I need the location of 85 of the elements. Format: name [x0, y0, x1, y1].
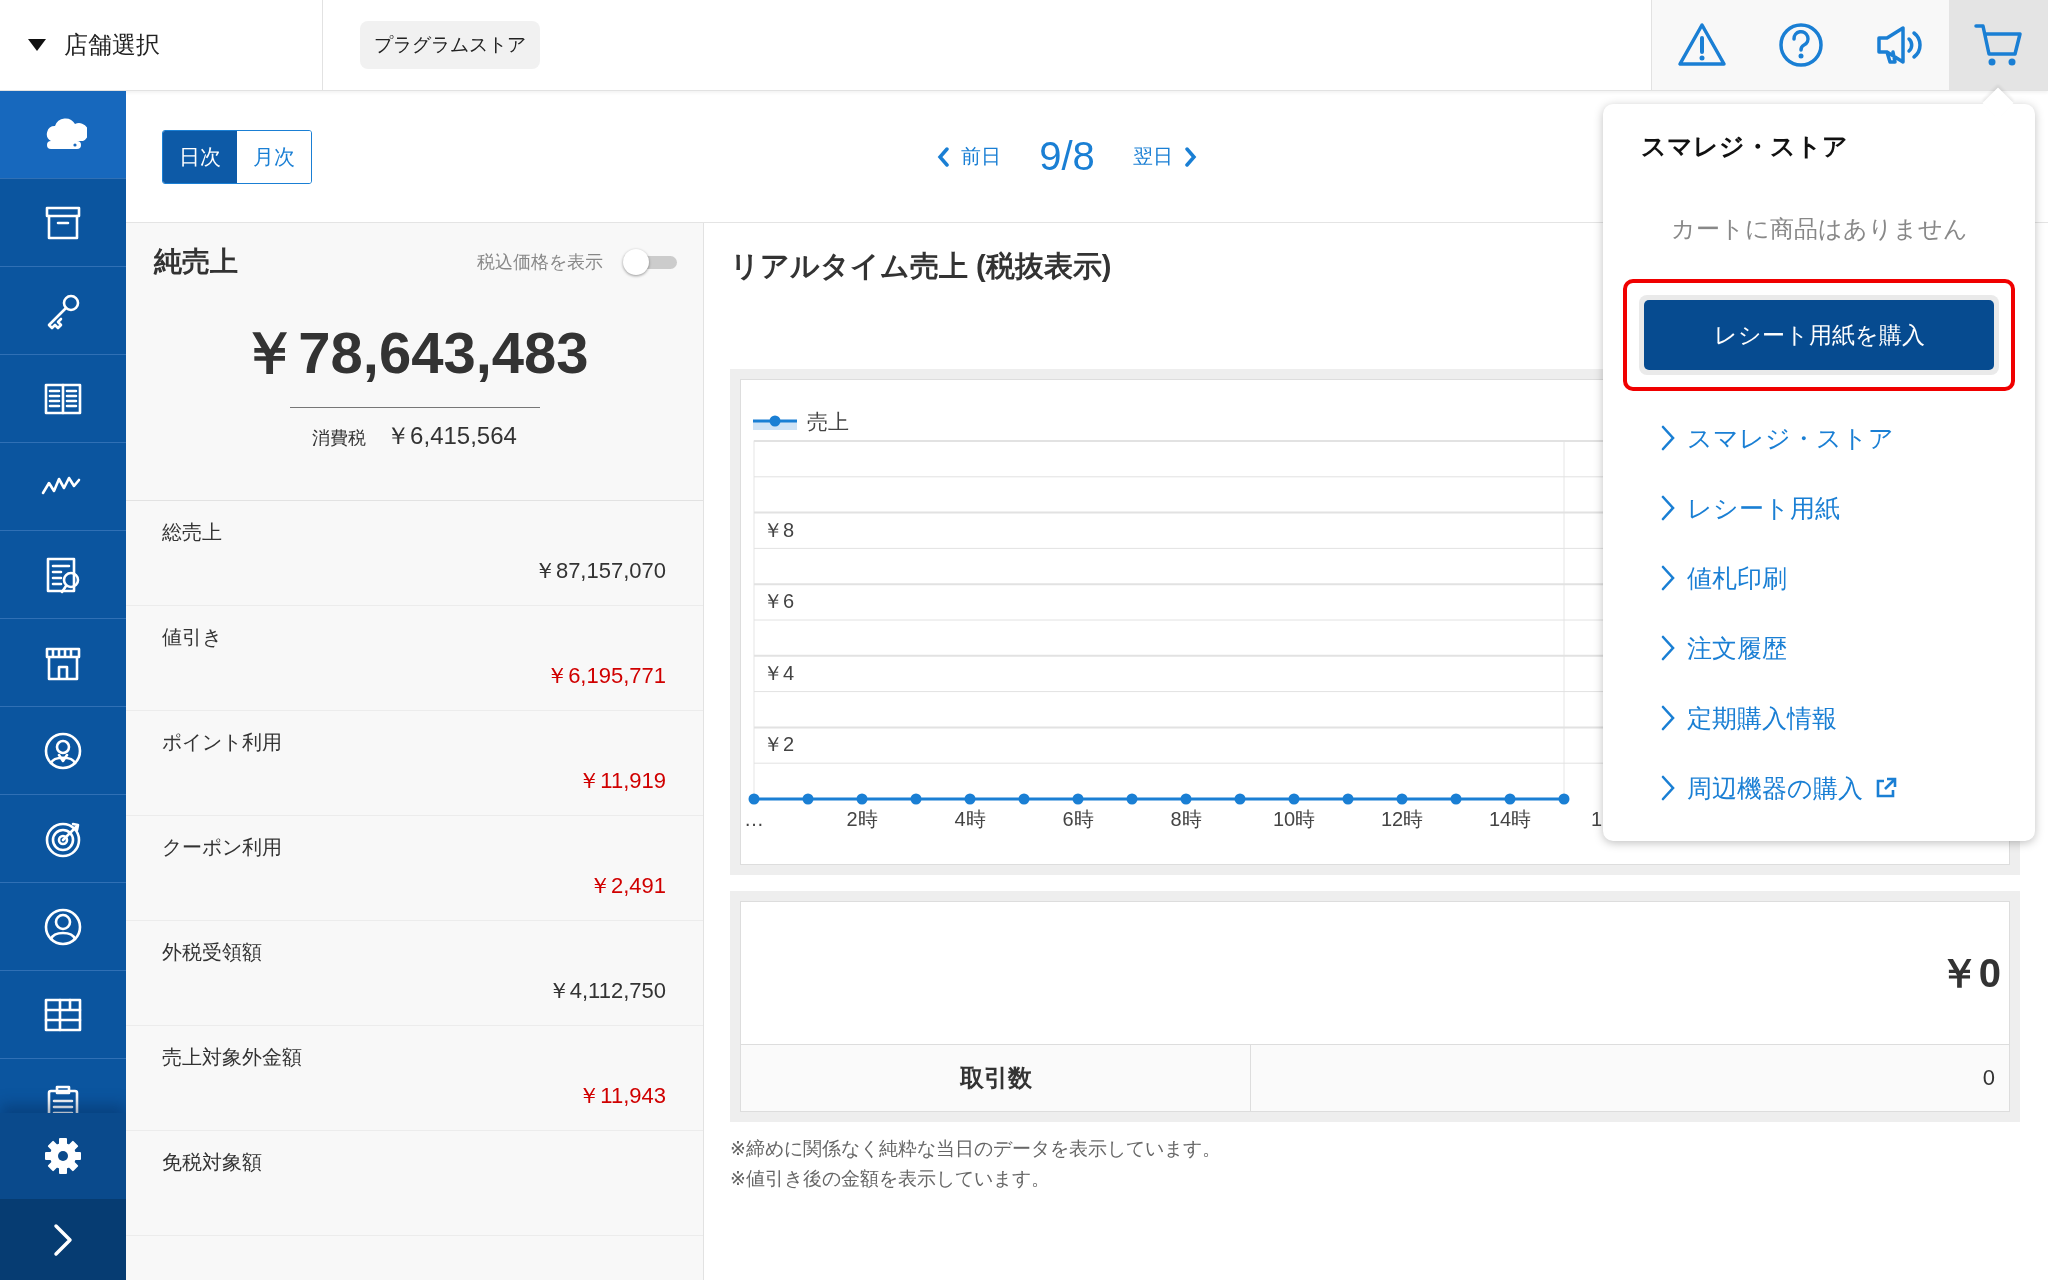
metric-label: ポイント利用	[162, 730, 283, 755]
table-header-cell: 取引数	[741, 1045, 1251, 1111]
metric-value: ￥87,157,070	[533, 557, 666, 585]
footnote: ※値引き後の金額を表示しています。	[730, 1167, 1051, 1191]
legend-marker-icon	[753, 415, 797, 430]
tax-toggle[interactable]	[623, 249, 677, 275]
chevron-right-icon	[1661, 635, 1675, 661]
store-tag: プラグラムストア	[360, 21, 540, 69]
data-point	[802, 793, 814, 805]
data-point	[964, 793, 976, 805]
data-point	[748, 793, 760, 805]
metric-label: 売上対象外金額	[162, 1045, 303, 1070]
chevron-right-icon	[1661, 495, 1675, 521]
empty-cart-message: カートに商品はありません	[1669, 214, 1969, 244]
metric-label: クーポン利用	[162, 835, 283, 860]
next-day-link[interactable]: 翌日	[1132, 143, 1197, 170]
chevron-right-icon	[1661, 565, 1675, 591]
axis-label: 4時	[954, 808, 986, 830]
axis-label: 8時	[1170, 808, 1202, 830]
axis-label: 6時	[1062, 808, 1094, 830]
toggle-label: 税込価格を表示	[477, 251, 603, 274]
data-point	[1450, 793, 1462, 805]
current-date: 9/8	[1039, 134, 1095, 179]
dropdown-title: スマレジ・ストア	[1640, 131, 1849, 162]
data-point	[910, 793, 922, 805]
chevron-right-icon	[1661, 705, 1675, 731]
data-point	[1180, 793, 1192, 805]
data-point	[1234, 793, 1246, 805]
data-point	[1504, 793, 1516, 805]
store-link[interactable]: 値札印刷	[1661, 543, 2035, 613]
metric-label: 免税対象額	[162, 1150, 263, 1175]
metric-value: ￥11,943	[578, 1082, 666, 1110]
axis-label: …	[744, 808, 764, 830]
axis-label: 2時	[846, 808, 878, 830]
axis-label: 12時	[1380, 808, 1424, 830]
chart-title: リアルタイム売上 (税抜表示)	[730, 249, 1113, 284]
metric-value: ￥2,491	[588, 872, 666, 900]
metric-label: 総売上	[162, 520, 223, 545]
store-link[interactable]: 注文履歴	[1661, 613, 2035, 683]
data-point	[1342, 793, 1354, 805]
total-amount: ￥0	[740, 901, 2010, 1045]
chevron-right-icon[interactable]	[51, 1221, 75, 1258]
metric-label: 外税受領額	[162, 940, 263, 965]
footnote: ※締めに関係なく純粋な当日のデータを表示しています。	[730, 1137, 1222, 1161]
store-link[interactable]: 定期購入情報	[1661, 683, 2035, 753]
data-point	[1126, 793, 1138, 805]
store-link[interactable]: 周辺機器の購入	[1661, 753, 2035, 823]
legend-label: 売上	[807, 410, 849, 433]
settings-icon[interactable]	[43, 1136, 83, 1176]
external-link-icon	[1875, 777, 1897, 799]
data-point	[1072, 793, 1084, 805]
metric-label: 値引き	[162, 625, 223, 650]
axis-label: ￥6	[763, 590, 795, 613]
axis-label: 14時	[1488, 808, 1532, 830]
axis-label: 1	[1591, 808, 1603, 830]
axis-label: 10時	[1272, 808, 1316, 830]
chevron-right-icon	[1661, 775, 1675, 801]
chevron-right-icon	[1661, 425, 1675, 451]
data-point	[1018, 793, 1030, 805]
cart-button[interactable]	[1949, 0, 2048, 90]
metric-value: ￥4,112,750	[547, 977, 666, 1005]
table-cell-text: 0	[1981, 1064, 1996, 1092]
axis-label: ￥4	[763, 661, 795, 684]
store-link[interactable]: スマレジ・ストア	[1661, 403, 2035, 473]
store-selector[interactable]: 店舗選択	[0, 0, 323, 90]
data-point	[1396, 793, 1408, 805]
data-point	[1288, 793, 1300, 805]
data-point	[1558, 793, 1570, 805]
period-tab[interactable]: 日次	[163, 130, 237, 183]
data-point	[856, 793, 868, 805]
axis-label: ￥2	[763, 733, 795, 756]
chevron-left-icon	[937, 146, 950, 167]
metric-value: ￥6,195,771	[546, 662, 666, 690]
metric-value: ￥11,919	[578, 767, 666, 795]
net-sales-amount: ￥78,643,483	[239, 319, 590, 387]
buy-receipt-paper-button[interactable]: レシート用紙を購入	[1644, 300, 1994, 370]
chevron-right-icon	[1184, 146, 1197, 167]
store-link[interactable]: レシート用紙	[1661, 473, 2035, 543]
sidebar-item[interactable]	[0, 91, 126, 179]
caret-icon	[28, 39, 46, 51]
panel-title: 純売上	[154, 245, 238, 279]
tax-amount: ￥6,415,564	[386, 421, 517, 451]
axis-label: ￥8	[763, 518, 795, 541]
previous-day-link[interactable]: 前日	[937, 143, 1002, 170]
tax-label: 消費税	[312, 427, 367, 450]
